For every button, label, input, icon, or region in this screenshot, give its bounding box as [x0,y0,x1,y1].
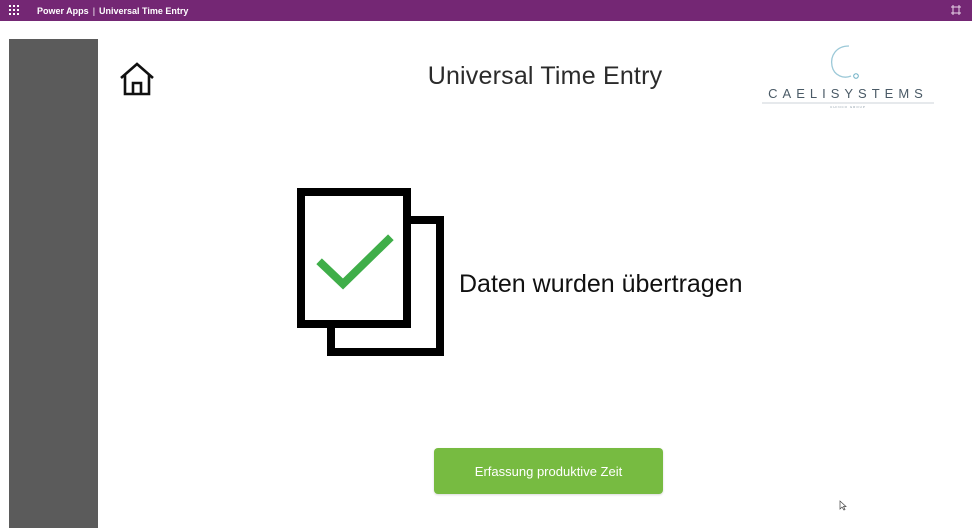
page-title: Universal Time Entry [427,62,663,90]
logo-swirl-icon [830,45,859,79]
app-launcher-icon[interactable] [9,4,21,17]
title-separator: | [92,5,96,16]
success-message: Daten wurden übertragen [459,270,743,298]
logo-subtext: CHINCO GROUP [830,105,866,109]
company-logo: CAELISYSTEMS CHINCO GROUP [758,42,938,112]
top-margin [9,21,972,39]
app-header-bar: Power Apps | Universal Time Entry [0,0,972,21]
left-margin [0,21,9,528]
home-icon[interactable] [117,59,157,99]
power-apps-brand[interactable]: Power Apps [37,6,89,16]
erfassung-produktive-zeit-button[interactable]: Erfassung produktive Zeit [434,448,663,494]
document-checkmark-icon [297,188,444,356]
fullscreen-icon[interactable] [950,4,962,16]
app-name: Universal Time Entry [99,5,189,16]
mouse-pointer-icon [839,500,847,511]
sidebar [9,39,98,528]
logo-wordmark: CAELISYSTEMS [768,86,928,101]
